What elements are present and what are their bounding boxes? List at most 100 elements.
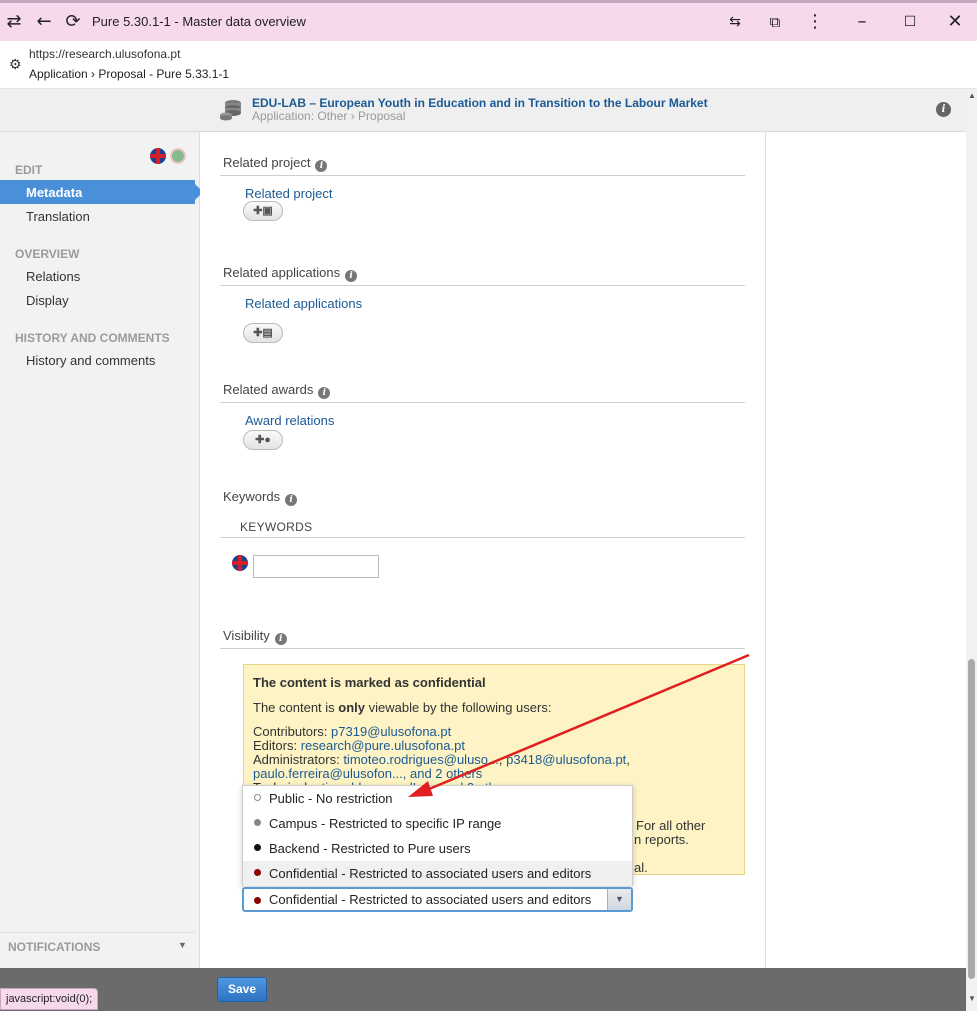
keyword-input[interactable] <box>253 555 379 578</box>
maximize-icon[interactable]: ☐ <box>899 11 921 33</box>
notice-intro: The content is only viewable by the foll… <box>253 700 551 715</box>
contributor-link[interactable]: p7319@ulusofona.pt <box>331 724 451 739</box>
option-label: Public - No restriction <box>269 791 393 806</box>
status-dot-icon <box>254 869 261 876</box>
divider <box>220 175 745 176</box>
uk-flag-icon[interactable] <box>150 148 166 164</box>
translate-icon[interactable]: ⇆ <box>724 11 746 33</box>
editors-line: Editors: research@pure.ulusofona.pt <box>253 738 465 753</box>
info-icon[interactable]: i <box>936 102 951 117</box>
browser-titlebar: ⇄ ← ⟳ Pure 5.30.1-1 - Master data overvi… <box>0 0 977 41</box>
option-label: Campus - Restricted to specific IP range <box>269 816 502 831</box>
notice-text-fragment: For all other <box>636 818 706 833</box>
chevron-down-icon[interactable]: ▼ <box>178 940 187 950</box>
menu-icon[interactable]: ⋮ <box>804 11 826 33</box>
visibility-select[interactable]: Confidential - Restricted to associated … <box>242 887 633 912</box>
notifications-panel[interactable]: NOTIFICATIONS ▼ <box>0 932 195 956</box>
url-text[interactable]: https://research.ulusofona.pt <box>29 47 180 61</box>
info-icon[interactable]: i <box>285 494 298 506</box>
scroll-up-icon[interactable]: ▲ <box>968 91 976 100</box>
administrators-line: Administrators: timoteo.rodrigues@uluso.… <box>253 752 630 767</box>
chevron-down-icon[interactable]: ▼ <box>607 889 631 910</box>
page-scrollbar[interactable]: ▲ ▼ <box>966 89 977 1011</box>
page-breadcrumb: Application › Proposal - Pure 5.33.1-1 <box>29 67 230 81</box>
app-logo-icon: ⇄ <box>6 11 22 32</box>
notice-text-fragment: al. <box>634 860 648 875</box>
section-title: Visibility <box>223 628 270 643</box>
uk-flag-icon <box>232 555 248 571</box>
editor-link[interactable]: research@pure.ulusofona.pt <box>301 738 465 753</box>
divider <box>220 402 745 403</box>
status-dot-icon <box>254 844 261 851</box>
sidebar-item-relations[interactable]: Relations <box>26 269 80 284</box>
section-keywords: Keywords i <box>223 489 298 506</box>
contributors-line: Contributors: p7319@ulusofona.pt <box>253 724 451 739</box>
window-title: Pure 5.30.1-1 - Master data overview <box>92 14 306 29</box>
visibility-option-campus[interactable]: Campus - Restricted to specific IP range <box>243 811 632 836</box>
close-icon[interactable]: ✕ <box>944 11 966 33</box>
editors-label: Editors: <box>253 738 301 753</box>
divider <box>220 648 745 649</box>
section-related-applications: Related applications i <box>223 265 358 282</box>
sidebar-heading-overview: OVERVIEW <box>15 247 80 261</box>
back-icon[interactable]: ← <box>33 11 55 33</box>
divider <box>220 285 745 286</box>
status-dot-icon <box>254 794 261 801</box>
status-dot-icon <box>254 897 261 904</box>
scroll-down-icon[interactable]: ▼ <box>968 994 976 1003</box>
notice-text: The content is <box>253 700 339 715</box>
info-icon[interactable]: i <box>318 387 331 399</box>
keywords-column-header: KEYWORDS <box>240 520 313 534</box>
info-icon[interactable]: i <box>315 160 328 172</box>
administrators-label: Administrators: <box>253 752 344 767</box>
status-dot-icon <box>254 819 261 826</box>
visibility-dropdown-list: Public - No restriction Campus - Restric… <box>242 785 633 886</box>
add-related-project-button[interactable]: ✚▣ <box>243 201 283 221</box>
administrator-link[interactable]: timoteo.rodrigues@uluso... <box>343 752 499 767</box>
info-icon[interactable]: i <box>274 633 287 645</box>
notifications-label: NOTIFICATIONS <box>8 940 101 954</box>
selected-value: Confidential - Restricted to associated … <box>269 892 592 907</box>
sidebar-item-display[interactable]: Display <box>26 293 69 308</box>
record-header: EDU-LAB – European Youth in Education an… <box>0 89 966 132</box>
divider <box>220 537 745 538</box>
section-title: Related applications <box>223 265 341 280</box>
save-button[interactable]: Save <box>217 977 267 1002</box>
visibility-option-public[interactable]: Public - No restriction <box>243 786 632 811</box>
sidebar-item-metadata-label[interactable]: Metadata <box>26 185 82 200</box>
administrator-link[interactable]: paulo.ferreira@ulusofon... <box>253 766 403 781</box>
main-form: Related project i Related project ✚▣ Rela… <box>200 132 766 968</box>
portugal-flag-icon[interactable] <box>170 148 186 164</box>
scroll-thumb[interactable] <box>968 659 975 979</box>
sidebar-item-history[interactable]: History and comments <box>26 353 155 368</box>
action-bar: Save javascript:void(0); <box>0 968 966 1011</box>
add-related-application-button[interactable]: ✚▤ <box>243 323 283 343</box>
extensions-icon[interactable]: ⧉ <box>764 11 786 33</box>
info-icon[interactable]: i <box>345 270 358 282</box>
notice-text: viewable by the following users: <box>365 700 552 715</box>
section-title: Related project <box>223 155 311 170</box>
administrator-link[interactable]: p3418@ulusofona.pt <box>506 752 626 767</box>
more-administrators-link[interactable]: , and 2 others <box>403 766 483 781</box>
visibility-option-backend[interactable]: Backend - Restricted to Pure users <box>243 836 632 861</box>
section-title: Keywords <box>223 489 281 504</box>
section-related-awards: Related awards i <box>223 382 331 399</box>
visibility-option-confidential[interactable]: Confidential - Restricted to associated … <box>243 861 632 886</box>
minimize-icon[interactable]: – <box>851 11 873 33</box>
reload-icon[interactable]: ⟳ <box>62 11 84 33</box>
section-related-project: Related project i <box>223 155 328 172</box>
option-label: Backend - Restricted to Pure users <box>269 841 471 856</box>
option-label: Confidential - Restricted to associated … <box>269 866 592 881</box>
add-award-relation-button[interactable]: ✚● <box>243 430 283 450</box>
status-bar-url: javascript:void(0); <box>0 988 99 1010</box>
award-relations-label: Award relations <box>245 413 335 428</box>
related-applications-label: Related applications <box>245 296 363 311</box>
site-settings-icon[interactable]: ⚙ <box>9 56 22 73</box>
sidebar-item-translation[interactable]: Translation <box>26 209 90 224</box>
database-icon <box>220 100 241 121</box>
address-bar: ⚙ https://research.ulusofona.pt Applicat… <box>0 41 977 89</box>
section-visibility: Visibility i <box>223 628 287 645</box>
sidebar-heading-history: HISTORY AND COMMENTS <box>15 331 170 345</box>
record-title: EDU-LAB – European Youth in Education an… <box>252 96 708 110</box>
related-project-label: Related project <box>245 186 333 201</box>
